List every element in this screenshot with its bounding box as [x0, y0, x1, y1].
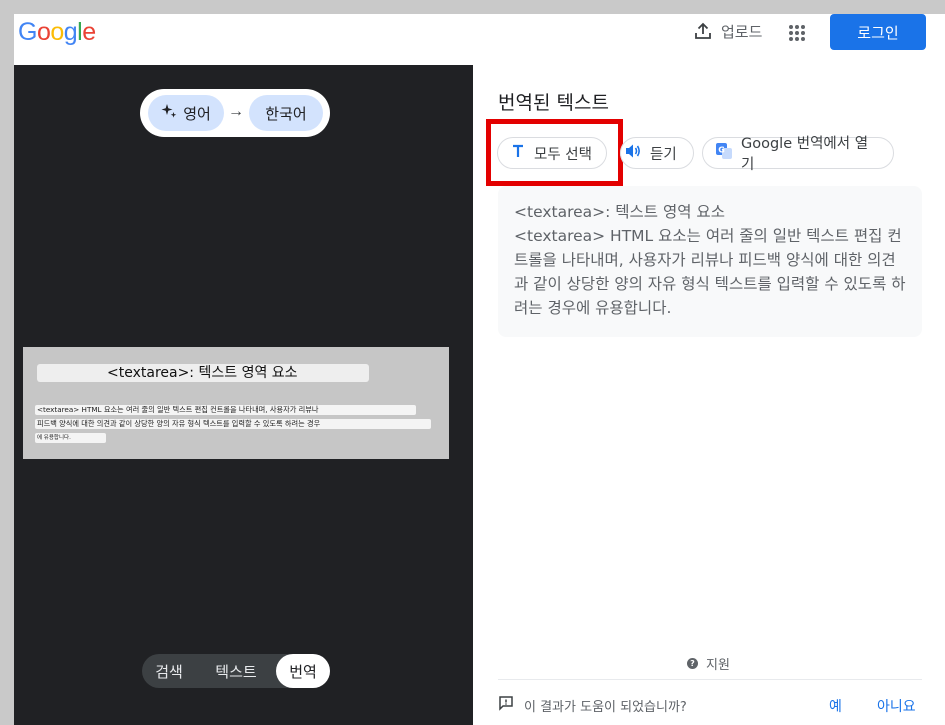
mode-switcher: 검색 텍스트 번역	[142, 654, 330, 688]
upload-icon	[694, 22, 712, 40]
translated-image-preview: <textarea>: 텍스트 영역 요소 <textarea> HTML 요소…	[23, 347, 449, 459]
result-line: <textarea>: 텍스트 영역 요소	[514, 203, 725, 221]
listen-label: 듣기	[650, 146, 677, 163]
feedback-no-button[interactable]: 아니요	[877, 696, 916, 716]
source-language-button[interactable]: 영어	[148, 95, 224, 131]
logo-letter-g2: g	[63, 18, 78, 46]
arrow-right-icon: →	[228, 103, 244, 120]
sparkle-icon	[161, 103, 177, 123]
logo-letter-o1: o	[36, 18, 51, 46]
image-panel: 영어 → 한국어 <textarea>: 텍스트 영역 요소 <textarea…	[14, 65, 473, 725]
google-translate-icon: G	[715, 142, 733, 164]
feedback-prompt: 이 결과가 도움이 되었습니까?	[498, 695, 687, 715]
tab-search[interactable]: 검색	[142, 654, 196, 688]
svg-text:G: G	[718, 146, 725, 155]
upload-label: 업로드	[721, 23, 763, 41]
support-link[interactable]: ? 지원	[687, 654, 730, 673]
preview-body-line: 에 유용합니다.	[35, 433, 106, 443]
panel-title: 번역된 텍스트	[498, 92, 609, 114]
preview-title-line: <textarea>: 텍스트 영역 요소	[37, 364, 369, 382]
google-logo[interactable]: Google	[18, 18, 96, 47]
source-language-label: 영어	[183, 104, 211, 123]
logo-letter-o2: o	[50, 18, 64, 46]
translated-text-output[interactable]: <textarea>: 텍스트 영역 요소 <textarea> HTML 요소…	[498, 186, 922, 337]
upload-button[interactable]: 업로드	[694, 21, 762, 41]
tab-text[interactable]: 텍스트	[202, 654, 270, 688]
preview-body-line: 피드백 양식에 대한 의견과 같이 상당한 양의 자유 형식 텍스트를 입력할 …	[35, 419, 431, 429]
target-language-button[interactable]: 한국어	[249, 95, 323, 131]
apps-grid-icon[interactable]	[788, 24, 806, 42]
open-in-translate-label: Google 번역에서 열기	[741, 136, 869, 173]
speaker-icon	[624, 143, 642, 163]
target-language-label: 한국어	[265, 104, 307, 123]
support-label: 지원	[706, 658, 730, 673]
feedback-question: 이 결과가 도움이 되었습니까?	[524, 699, 687, 715]
highlight-annotation	[486, 119, 623, 186]
tab-translate[interactable]: 번역	[276, 654, 330, 688]
app-frame: Google 업로드 로그인 영어 → 한국어 <textarea>: 텍스트 …	[14, 14, 945, 725]
feedback-yes-button[interactable]: 예	[829, 696, 842, 716]
feedback-icon	[498, 695, 514, 715]
help-icon: ?	[687, 658, 698, 669]
logo-letter-e: e	[82, 18, 96, 46]
preview-body-line: <textarea> HTML 요소는 여러 줄의 일반 텍스트 편집 컨트롤을…	[35, 405, 416, 415]
divider	[498, 679, 922, 680]
result-line: <textarea> HTML 요소는 여러 줄의 일반 텍스트 편집 컨트롤을…	[514, 227, 906, 317]
translation-panel: 번역된 텍스트 모두 선택 듣기 G Google 번역에서 열기 <texta…	[473, 65, 945, 725]
logo-letter-g: G	[18, 18, 37, 46]
open-in-google-translate-button[interactable]: G Google 번역에서 열기	[702, 136, 894, 173]
header: Google 업로드 로그인	[14, 14, 945, 65]
listen-button[interactable]: 듣기	[620, 137, 694, 169]
login-button[interactable]: 로그인	[830, 14, 926, 50]
language-selector: 영어 → 한국어	[140, 89, 330, 137]
